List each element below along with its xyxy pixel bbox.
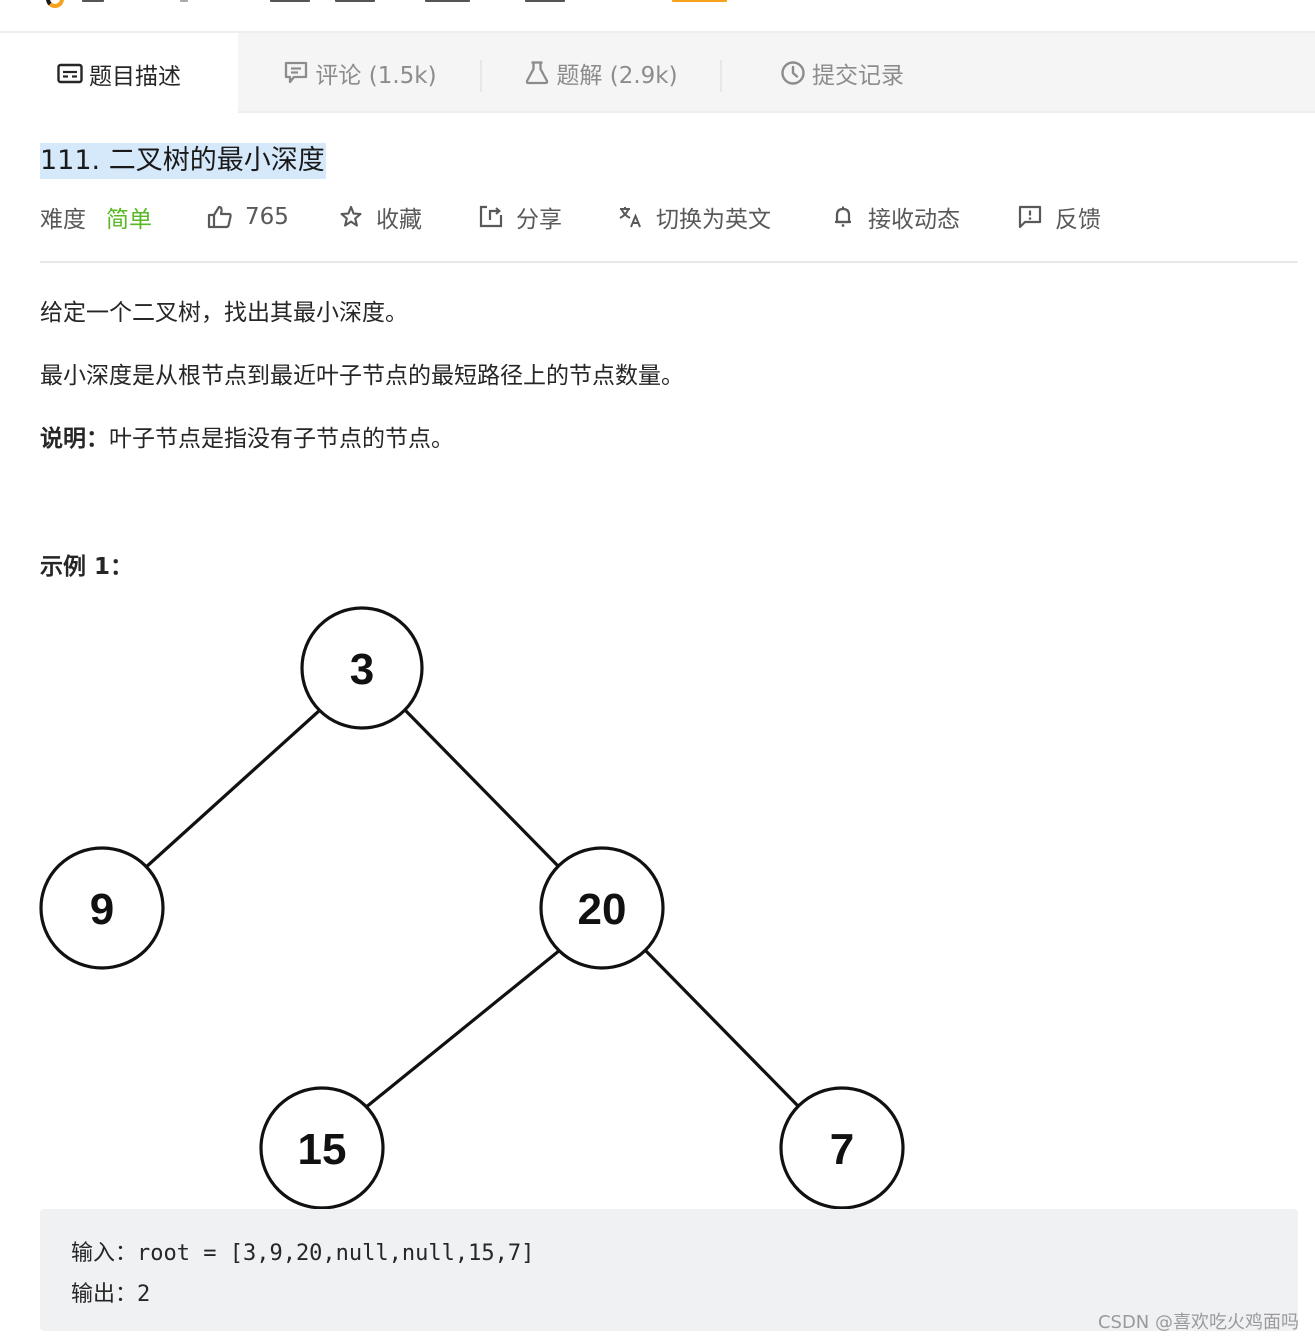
watermark: CSDN @喜欢吃火鸡面吗 [1097, 1312, 1299, 1333]
example-output: 输出：2 [71, 1282, 151, 1307]
tree-edge [143, 708, 322, 870]
tree-edge [363, 948, 562, 1110]
tab-solutions[interactable]: 题解 (2.9k) [482, 33, 720, 113]
bell-icon [830, 204, 856, 230]
clipped-nav-text [425, 0, 470, 2]
tab-label: 评论 (1.5k) [315, 63, 437, 89]
example-input: 输入：root = [3,9,20,null,null,15,7] [71, 1241, 535, 1266]
description-note: 说明：叶子节点是指没有子节点的节点。 [40, 419, 454, 453]
problem-title: 111. 二叉树的最小深度 [40, 145, 325, 176]
note-text: 叶子节点是指没有子节点的节点。 [109, 426, 454, 452]
tree-node-label: 3 [350, 645, 374, 694]
difficulty-badge: 简单 [106, 207, 152, 233]
switch-language-label: 切换为英文 [656, 207, 771, 233]
switch-language-button[interactable]: 切换为英文 [618, 198, 771, 236]
tree-edge [643, 948, 802, 1110]
problem-meta-bar: 难度 简单 765 收藏 分享 切换为英文 接收动态 反馈 [40, 198, 1300, 236]
clipped-nav-text [672, 0, 727, 2]
share-label: 分享 [516, 207, 562, 233]
difficulty-label: 难度 [40, 207, 86, 233]
tab-description[interactable]: 题目描述 [0, 33, 238, 115]
header-divider [40, 261, 1298, 263]
clipped-nav-text [270, 0, 310, 2]
tab-label: 题目描述 [89, 64, 181, 90]
tab-label: 提交记录 [812, 63, 904, 89]
thumbs-up-icon [207, 204, 233, 230]
problem-title-highlight: 111. 二叉树的最小深度 [40, 143, 326, 179]
share-icon [478, 204, 504, 230]
example-label: 示例 1： [40, 554, 134, 580]
tree-edge [403, 708, 562, 870]
problem-tab-bar: 题目描述 评论 (1.5k) 题解 (2.9k) 提交记录 [0, 31, 1315, 115]
subscribe-button[interactable]: 接收动态 [830, 198, 960, 236]
clipped-nav-text [335, 0, 375, 2]
tab-comments[interactable]: 评论 (1.5k) [240, 33, 480, 113]
clock-icon [780, 60, 806, 86]
star-icon [338, 204, 364, 230]
tab-label: 题解 (2.9k) [556, 63, 678, 89]
tree-node-label: 15 [298, 1125, 347, 1174]
top-header-clipped [0, 0, 1315, 10]
tree-node-label: 20 [578, 885, 627, 934]
description-line-2: 最小深度是从根节点到最近叶子节点的最短路径上的节点数量。 [40, 363, 684, 389]
favorite-label: 收藏 [376, 207, 422, 233]
difficulty: 难度 简单 [40, 198, 152, 236]
tree-node-label: 7 [830, 1125, 854, 1174]
share-button[interactable]: 分享 [478, 198, 562, 236]
feedback-icon [1017, 204, 1043, 230]
binary-tree-diagram: 3 9 20 15 7 [39, 606, 905, 1210]
site-logo-icon[interactable] [46, 0, 64, 8]
clipped-nav-text [180, 0, 188, 2]
tab-submissions[interactable]: 提交记录 [722, 33, 962, 113]
comment-icon [283, 60, 309, 86]
note-label: 说明： [40, 426, 109, 452]
clipped-nav-text [82, 0, 104, 2]
tree-node-label: 9 [90, 885, 114, 934]
feedback-label: 反馈 [1055, 207, 1101, 233]
clipped-nav-text [525, 0, 565, 2]
flask-icon [524, 60, 550, 86]
favorite-button[interactable]: 收藏 [338, 198, 422, 236]
like-button[interactable]: 765 [207, 198, 289, 236]
description-icon [57, 61, 83, 87]
feedback-button[interactable]: 反馈 [1017, 198, 1101, 236]
like-count: 765 [245, 204, 289, 230]
description-line-1: 给定一个二叉树，找出其最小深度。 [40, 300, 408, 326]
translate-icon [618, 204, 644, 230]
subscribe-label: 接收动态 [868, 207, 960, 233]
